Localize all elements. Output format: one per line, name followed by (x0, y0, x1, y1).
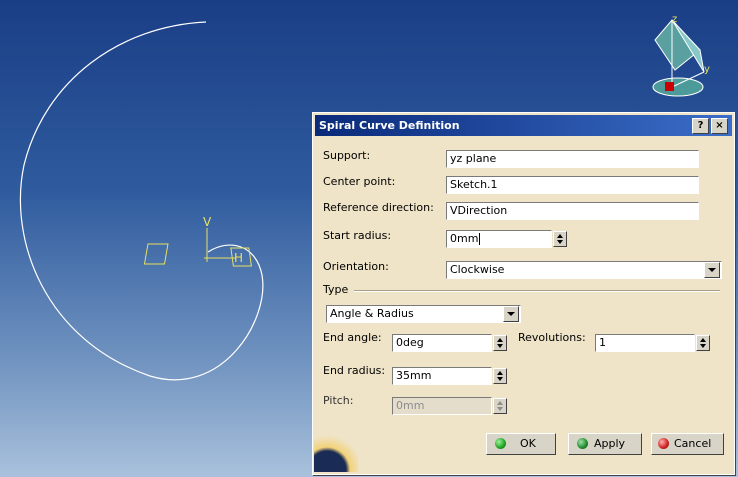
pitch-label: Pitch: (323, 394, 354, 407)
end-angle-label: End angle: (323, 331, 382, 344)
spin-down-icon[interactable] (557, 240, 563, 244)
apply-button[interactable]: Apply (568, 433, 642, 455)
type-dropdown-button[interactable] (503, 306, 519, 322)
spin-down-icon[interactable] (497, 377, 503, 381)
start-radius-field[interactable]: 0mm (446, 230, 552, 248)
start-radius-label: Start radius: (323, 229, 392, 242)
center-point-field[interactable]: Sketch.1 (446, 176, 699, 194)
reference-direction-field[interactable]: VDirection (446, 202, 699, 220)
apply-icon (577, 438, 588, 449)
pitch-field: 0mm (392, 397, 492, 415)
spin-up-icon[interactable] (557, 234, 563, 238)
catia-logo (314, 431, 358, 472)
chevron-down-icon (507, 312, 515, 316)
center-point-label: Center point: (323, 175, 396, 188)
orientation-label: Orientation: (323, 260, 389, 273)
text-caret (479, 233, 481, 245)
cancel-button[interactable]: Cancel (651, 433, 724, 455)
cancel-button-label: Cancel (674, 437, 712, 450)
spin-down-icon[interactable] (497, 344, 503, 348)
support-field[interactable]: yz plane (446, 150, 699, 168)
orientation-select[interactable]: Clockwise (446, 261, 722, 279)
revolutions-field[interactable]: 1 (595, 334, 695, 352)
end-angle-field[interactable]: 0deg (392, 334, 492, 352)
sketch-h-label: H (234, 251, 243, 265)
type-group-divider (354, 290, 720, 292)
dialog-title: Spiral Curve Definition (319, 119, 460, 132)
reference-direction-label: Reference direction: (323, 201, 434, 214)
compass-icon[interactable] (652, 19, 705, 97)
chevron-down-icon (708, 268, 716, 272)
spin-down-icon[interactable] (700, 344, 706, 348)
end-radius-spinner[interactable] (493, 368, 507, 384)
sketch-v-label: V (203, 215, 212, 229)
ok-button-label: OK (520, 437, 536, 450)
ok-button[interactable]: OK (486, 433, 556, 455)
revolutions-spinner[interactable] (696, 335, 710, 351)
support-label: Support: (323, 149, 371, 162)
compass-y-label: y (704, 64, 710, 75)
revolutions-label: Revolutions: (518, 331, 586, 344)
spiral-curve[interactable] (19, 21, 264, 381)
type-select[interactable]: Angle & Radius (326, 305, 521, 323)
ok-icon (495, 438, 506, 449)
dialog-title-bar[interactable]: Spiral Curve Definition ? × (315, 115, 732, 136)
compass-z-label: z (672, 14, 677, 25)
start-radius-spinner[interactable] (553, 231, 567, 247)
spin-up-icon[interactable] (497, 338, 503, 342)
spin-up-icon (497, 401, 503, 405)
spiral-curve-dialog: Spiral Curve Definition ? × Support: yz … (312, 112, 735, 475)
end-angle-spinner[interactable] (493, 335, 507, 351)
spin-up-icon[interactable] (700, 338, 706, 342)
end-radius-field[interactable]: 35mm (392, 367, 492, 385)
spin-up-icon[interactable] (497, 371, 503, 375)
start-radius-value: 0mm (450, 232, 479, 245)
spin-down-icon (497, 407, 503, 411)
pitch-spinner (493, 398, 507, 414)
orientation-dropdown-button[interactable] (704, 262, 720, 278)
close-button[interactable]: × (711, 118, 728, 134)
type-group-label: Type (323, 283, 349, 296)
end-radius-label: End radius: (323, 364, 386, 377)
help-button[interactable]: ? (692, 118, 709, 134)
cancel-icon (658, 438, 669, 449)
apply-button-label: Apply (594, 437, 626, 450)
